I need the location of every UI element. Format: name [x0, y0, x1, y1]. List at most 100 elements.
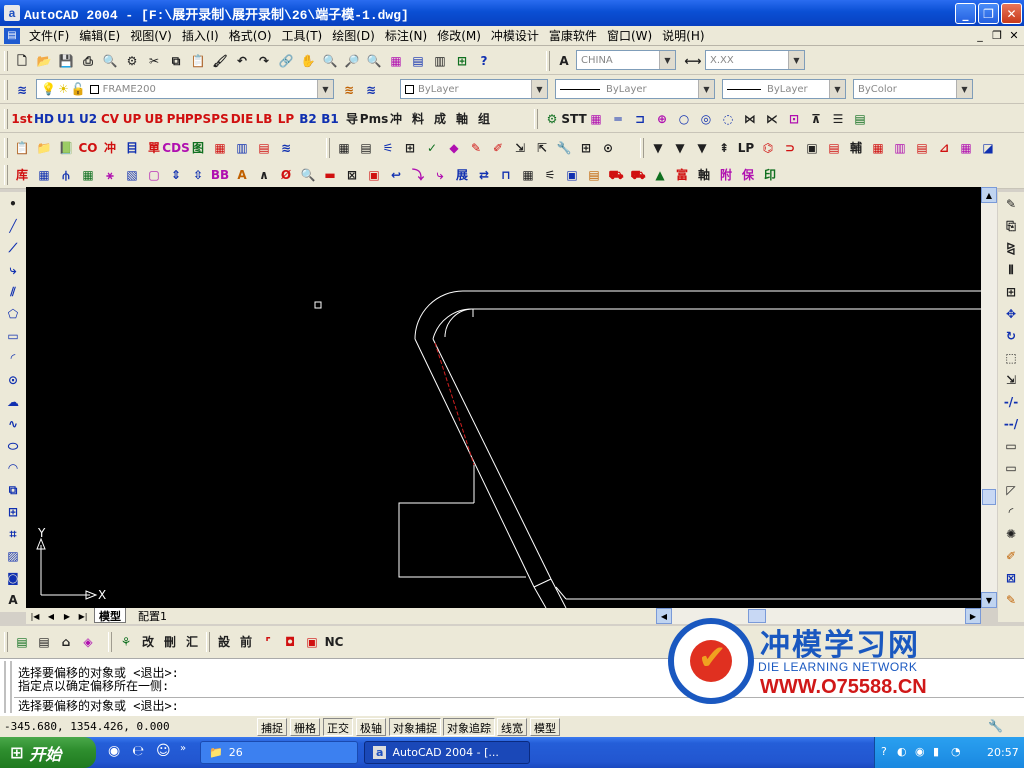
- spring-tool-icon[interactable]: ⌬: [758, 138, 778, 158]
- form-button[interactable]: 成: [430, 109, 450, 129]
- rotate-icon[interactable]: ↻: [1001, 325, 1021, 346]
- wireless-tray-icon[interactable]: ◉: [915, 745, 925, 758]
- palette-icon[interactable]: ▥: [232, 138, 252, 158]
- trim-icon[interactable]: -/-: [1001, 391, 1021, 412]
- table-tool-icon[interactable]: ▤: [912, 138, 932, 158]
- polyline-icon[interactable]: ⤷: [3, 259, 23, 280]
- circle-draw-icon[interactable]: ⊙: [3, 369, 23, 390]
- update-tray-icon[interactable]: ◔: [951, 745, 961, 758]
- clock[interactable]: 20:57: [987, 746, 1019, 759]
- up-down-icon[interactable]: ⇕: [166, 165, 186, 185]
- qq-icon[interactable]: ☺: [156, 743, 171, 759]
- menu-window[interactable]: 窗口(W): [602, 27, 657, 44]
- restore-button[interactable]: ❐: [978, 3, 999, 24]
- new-file-icon[interactable]: 🗋: [12, 51, 32, 71]
- help-icon[interactable]: ?: [474, 51, 494, 71]
- stt-button[interactable]: STT: [561, 109, 586, 129]
- zoom-realtime-icon[interactable]: 🔍: [320, 51, 340, 71]
- communication-center-icon[interactable]: 🔧: [988, 719, 1003, 733]
- cut-icon[interactable]: ✂: [144, 51, 164, 71]
- b1-button[interactable]: B1: [320, 109, 340, 129]
- move-icon[interactable]: ✥: [1001, 303, 1021, 324]
- title-block-icon[interactable]: ▬: [320, 165, 340, 185]
- tab-layout1[interactable]: 配置1: [134, 608, 171, 623]
- drawing-icon[interactable]: ▧: [122, 165, 142, 185]
- stack-icon[interactable]: ▤: [850, 109, 870, 129]
- firefox-icon[interactable]: ◉: [108, 743, 120, 759]
- menu-fukang-software[interactable]: 富康软件: [544, 27, 602, 44]
- lp-button[interactable]: LP: [276, 109, 296, 129]
- help-tray-icon[interactable]: ?: [881, 745, 887, 758]
- bb-button[interactable]: BB: [210, 165, 230, 185]
- autocad-app-icon[interactable]: a: [4, 5, 20, 21]
- database-icon[interactable]: ▦: [34, 165, 54, 185]
- magnifier-icon[interactable]: 🔍: [298, 165, 318, 185]
- car-icon[interactable]: ⛟: [628, 165, 648, 185]
- make-object-layer-current-icon[interactable]: ≋: [339, 80, 359, 100]
- design-center-icon[interactable]: ▤: [408, 51, 428, 71]
- red-offset-line[interactable]: [434, 342, 475, 466]
- rectangle-block[interactable]: [398, 502, 526, 578]
- quicklaunch-more-icon[interactable]: »: [180, 743, 186, 754]
- panel-icon[interactable]: ▦: [518, 165, 538, 185]
- tower-icon[interactable]: ▲: [650, 165, 670, 185]
- fu-button[interactable]: 富: [672, 165, 692, 185]
- fork-icon[interactable]: ⫛: [56, 165, 76, 185]
- document-icon[interactable]: ▤: [4, 27, 20, 44]
- corner-icon[interactable]: ⌜: [258, 632, 278, 652]
- vertical-scroll-thumb[interactable]: [982, 489, 996, 505]
- u1-button[interactable]: U1: [56, 109, 76, 129]
- innermost-bend-arc[interactable]: [444, 308, 474, 338]
- extend-icon[interactable]: --/: [1001, 413, 1021, 434]
- book-icon[interactable]: 📗: [56, 138, 76, 158]
- print-preview-icon[interactable]: 🔍: [100, 51, 120, 71]
- revision-cloud-icon[interactable]: ☁: [3, 391, 23, 412]
- step-icon[interactable]: ⊐: [630, 109, 650, 129]
- pps-button[interactable]: PPS: [185, 109, 211, 129]
- cutter-icon[interactable]: ⋈: [740, 109, 760, 129]
- clipboard-icon[interactable]: 📋: [12, 138, 32, 158]
- sheet-icon[interactable]: ▤: [824, 138, 844, 158]
- redo-icon[interactable]: ↷: [254, 51, 274, 71]
- plate-icon[interactable]: ☰: [828, 109, 848, 129]
- hook-icon[interactable]: ↩: [386, 165, 406, 185]
- multiline-icon[interactable]: ⫽: [3, 281, 23, 302]
- check-icon[interactable]: ✓: [422, 138, 442, 158]
- layer-grid-icon[interactable]: ▥: [890, 138, 910, 158]
- bolt-icon[interactable]: ⇞: [714, 138, 734, 158]
- model-toggle[interactable]: 模型: [530, 718, 560, 736]
- fillet-icon[interactable]: ◜: [1001, 501, 1021, 522]
- wrench-icon[interactable]: 🔧: [554, 138, 574, 158]
- group-button[interactable]: 组: [474, 109, 494, 129]
- copy-icon[interactable]: ⧉: [166, 51, 186, 71]
- doc-close-button[interactable]: ✕: [1006, 28, 1022, 43]
- die-button[interactable]: DIE: [231, 109, 254, 129]
- cam-icon[interactable]: ⊃: [780, 138, 800, 158]
- scroll-right-icon[interactable]: ▶: [965, 608, 981, 624]
- axis2-button[interactable]: 軸: [694, 165, 714, 185]
- tool-palettes-icon[interactable]: ▥: [430, 51, 450, 71]
- square-target-icon[interactable]: ◘: [280, 632, 300, 652]
- osnap-toggle[interactable]: 对象捕捉: [389, 718, 441, 736]
- layer-select[interactable]: 💡 ☀ 🔓 FRAME200 ▼: [36, 79, 334, 99]
- snap-toggle[interactable]: 捕捉: [257, 718, 287, 736]
- line-icon[interactable]: ╱: [3, 215, 23, 236]
- scale-tool-icon[interactable]: ⬚: [1001, 347, 1021, 368]
- block-grid-icon[interactable]: ▦: [78, 165, 98, 185]
- match-properties-icon[interactable]: 🖌: [210, 51, 230, 71]
- up-button[interactable]: UP: [122, 109, 142, 129]
- flip-icon[interactable]: ⇄: [474, 165, 494, 185]
- menu-die-design[interactable]: 冲模设计: [486, 27, 544, 44]
- break-icon[interactable]: ▭: [1001, 457, 1021, 478]
- library-button[interactable]: 库: [12, 165, 32, 185]
- house-icon[interactable]: ⌂: [56, 632, 76, 652]
- ellipse-arc-icon[interactable]: ◠: [3, 457, 23, 478]
- plotstyle-select[interactable]: ByColor ▼: [853, 79, 973, 99]
- hd-button[interactable]: HD: [34, 109, 54, 129]
- ph-button[interactable]: PH: [166, 109, 186, 129]
- menu-edit[interactable]: 编辑(E): [74, 27, 125, 44]
- polygon-icon[interactable]: ⬠: [3, 303, 23, 324]
- signal-tray-icon[interactable]: ▮: [933, 745, 939, 758]
- brush-icon[interactable]: ⚘: [116, 632, 136, 652]
- paste-icon[interactable]: 📋: [188, 51, 208, 71]
